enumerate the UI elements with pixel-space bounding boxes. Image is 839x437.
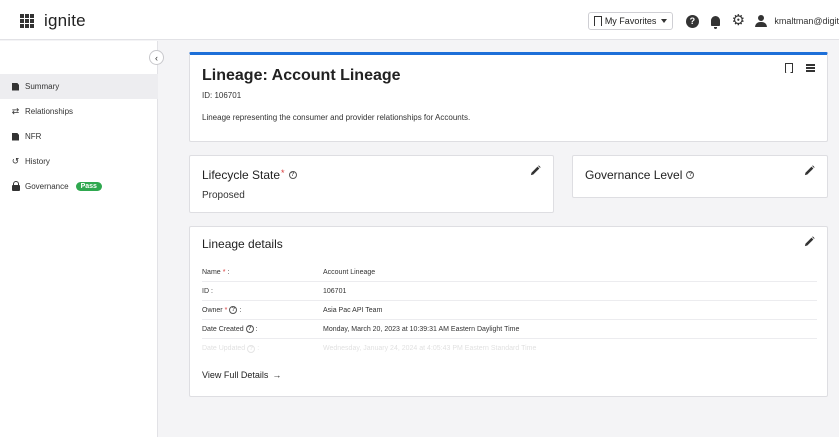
caret-down-icon: [661, 19, 668, 23]
my-favorites-label: My Favorites: [604, 16, 657, 26]
lifecycle-state-label: Lifecycle State: [202, 168, 281, 182]
detail-row-name: Name * : Account Lineage: [202, 263, 817, 282]
lineage-description: Lineage representing the consumer and pr…: [202, 113, 471, 122]
lineage-header-card: Lineage: Account Lineage ID: 106701 Line…: [189, 52, 828, 142]
settings-button[interactable]: ⚙: [731, 12, 746, 29]
detail-label: Date Updated ? :: [202, 344, 323, 353]
detail-label: Name * :: [202, 269, 323, 276]
lifecycle-state-value: Proposed: [202, 190, 245, 201]
help-circle-icon[interactable]: ?: [245, 325, 254, 333]
detail-label: Owner * ? :: [202, 306, 323, 314]
page-title: Lineage: Account Lineage: [202, 67, 401, 84]
collapse-sidebar-button[interactable]: ‹: [149, 50, 164, 65]
required-mark: *: [222, 268, 226, 276]
status-badge: Pass: [75, 182, 102, 191]
detail-label: Date Created ? :: [202, 325, 323, 333]
lifecycle-state-title: Lifecycle State * ?: [202, 168, 297, 182]
governance-level-card: Governance Level ?: [572, 155, 828, 198]
detail-value: Wednesday, January 24, 2024 at 4:05:43 P…: [323, 345, 537, 352]
detail-row-id: ID : 106701: [202, 282, 817, 301]
lifecycle-state-card: Lifecycle State * ? Proposed: [189, 155, 554, 213]
sidebar-item-label: NFR: [25, 132, 42, 141]
help-icon: ?: [685, 14, 699, 28]
detail-label-text: Name: [202, 268, 221, 276]
required-mark: *: [281, 167, 285, 178]
detail-label-text: Owner: [202, 306, 223, 314]
detail-row-owner: Owner * ? : Asia Pac API Team: [202, 301, 817, 320]
governance-level-title: Governance Level ?: [585, 168, 695, 182]
detail-value: 106701: [323, 287, 347, 295]
my-favorites-button[interactable]: My Favorites: [587, 12, 674, 30]
top-bar: ignite My Favorites ? ⚙ kmaltman@digit: [0, 0, 839, 40]
help-circle-icon: ?: [247, 344, 256, 353]
sidebar-item-relationships[interactable]: ⇄ Relationships: [0, 99, 158, 124]
details-table: Name * : Account Lineage ID : 106701 Own…: [202, 263, 817, 358]
document-icon: [11, 132, 20, 141]
detail-label-suffix: :: [255, 325, 258, 333]
detail-label-suffix: :: [239, 306, 242, 314]
view-full-details-label: View Full Details: [202, 370, 269, 380]
edit-pencil-icon[interactable]: [530, 165, 541, 176]
help-circle-icon[interactable]: ?: [686, 171, 695, 179]
menu-icon[interactable]: [806, 64, 815, 72]
detail-value: Account Lineage: [323, 268, 376, 276]
help-circle-icon[interactable]: ?: [229, 306, 238, 314]
sidebar-item-label: Summary: [25, 82, 60, 91]
edit-pencil-icon[interactable]: [804, 236, 815, 247]
view-full-details-link[interactable]: View Full Details →: [202, 370, 281, 380]
sidebar-item-summary[interactable]: Summary: [0, 74, 158, 99]
app-name: ignite: [44, 11, 86, 30]
bell-icon: [710, 16, 720, 29]
app-grid-icon[interactable]: [20, 14, 34, 28]
lineage-id: ID: 106701: [202, 91, 242, 100]
sidebar-item-governance[interactable]: Governance Pass: [0, 174, 158, 199]
detail-label-text: ID :: [202, 287, 213, 295]
governance-level-label: Governance Level: [585, 168, 683, 182]
lineage-details-title: Lineage details: [202, 237, 283, 251]
detail-label-suffix: :: [257, 345, 260, 352]
sidebar-nav: Summary ⇄ Relationships NFR ↺ History Go…: [0, 74, 158, 199]
app-logo[interactable]: ignite: [20, 11, 86, 31]
detail-value: Monday, March 20, 2023 at 10:39:31 AM Ea…: [323, 325, 520, 333]
sidebar-item-label: Relationships: [25, 107, 74, 116]
help-circle-icon[interactable]: ?: [288, 171, 297, 179]
user-menu-button[interactable]: [754, 14, 768, 28]
swap-arrows-icon: ⇄: [11, 106, 20, 116]
detail-label: ID :: [202, 288, 323, 295]
required-mark: *: [224, 306, 228, 314]
detail-row-date-created: Date Created ? : Monday, March 20, 2023 …: [202, 320, 817, 339]
gear-icon: ⚙: [731, 12, 746, 29]
detail-label-suffix: :: [227, 268, 230, 276]
lineage-details-card: Lineage details Name * : Account Lineage…: [189, 226, 828, 397]
detail-row-date-updated: Date Updated ? : Wednesday, January 24, …: [202, 339, 817, 358]
user-icon: [755, 15, 768, 27]
lock-icon: [11, 181, 20, 191]
bookmark-icon: [593, 16, 602, 26]
detail-value: Asia Pac API Team: [323, 306, 383, 314]
sidebar-item-label: History: [25, 157, 50, 166]
sidebar: Summary ⇄ Relationships NFR ↺ History Go…: [0, 41, 158, 437]
user-name[interactable]: kmaltman@digit: [774, 16, 839, 26]
chevron-left-icon: ‹: [155, 52, 158, 63]
history-icon: ↺: [11, 156, 20, 166]
arrow-right-icon: →: [272, 370, 282, 380]
edit-pencil-icon[interactable]: [804, 165, 815, 176]
detail-label-text: Date Updated: [202, 345, 246, 352]
document-icon: [11, 82, 20, 91]
detail-label-text: Date Created: [202, 325, 244, 333]
help-button[interactable]: ?: [685, 14, 699, 28]
sidebar-item-history[interactable]: ↺ History: [0, 149, 158, 174]
notifications-button[interactable]: [708, 14, 722, 29]
sidebar-item-nfr[interactable]: NFR: [0, 124, 158, 149]
bookmark-icon[interactable]: [785, 63, 793, 73]
sidebar-item-label: Governance: [25, 182, 69, 191]
